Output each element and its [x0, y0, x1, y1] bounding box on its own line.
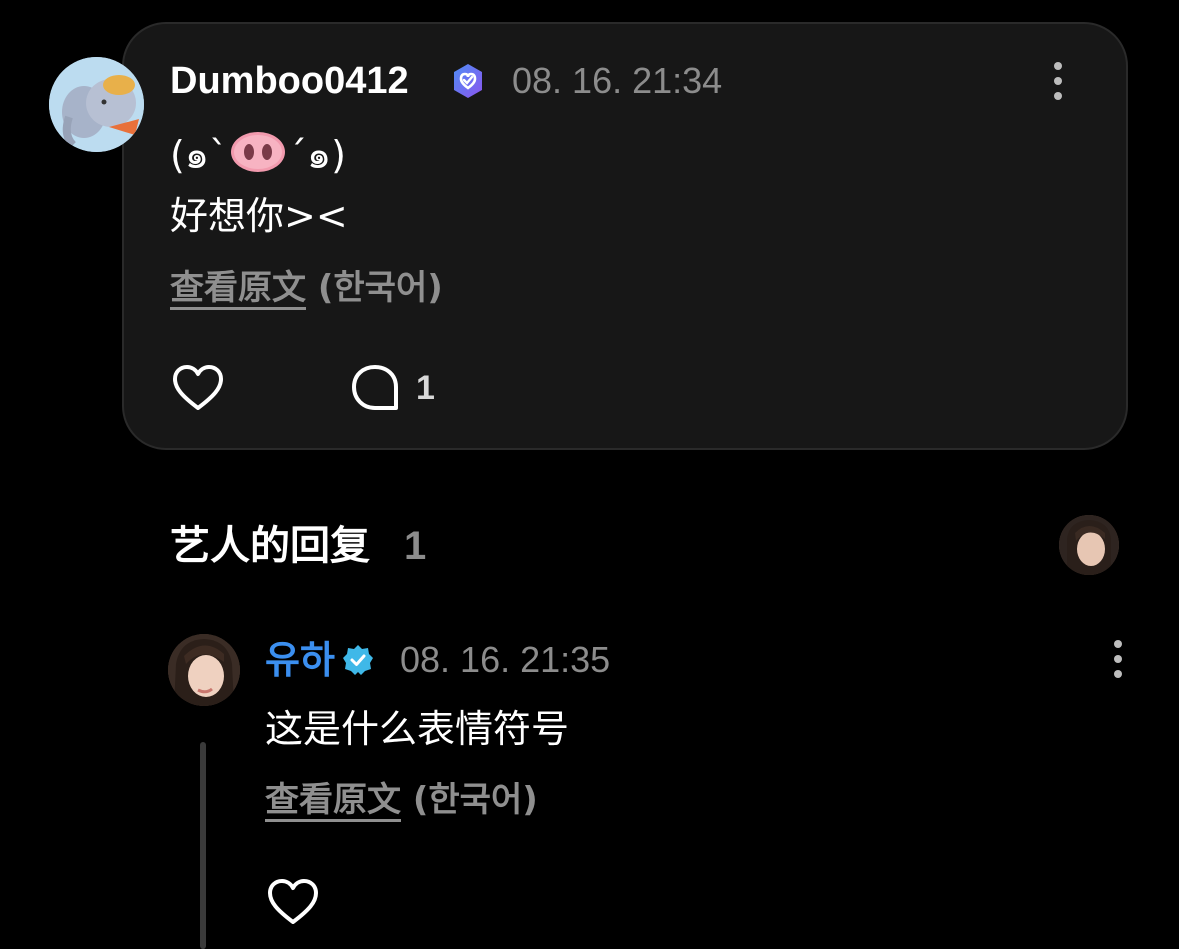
emoticon-left: (๑ˋ — [170, 133, 228, 177]
reply-timestamp: 08. 16. 21:35 — [400, 639, 611, 680]
heart-outline-icon[interactable] — [172, 364, 224, 412]
post-text: 好想你>< — [170, 194, 348, 238]
artist-photo — [168, 634, 240, 706]
view-original-row: 查看原文 (한국어) — [170, 266, 443, 310]
post-username[interactable]: Dumboo0412 — [170, 58, 409, 104]
comment-count: 1 — [416, 369, 435, 407]
artist-replies-count: 1 — [404, 524, 427, 568]
more-vertical-icon[interactable] — [1112, 639, 1124, 679]
more-vertical-icon[interactable] — [1052, 61, 1064, 101]
artist-photo — [1059, 515, 1119, 575]
original-language-label: (한국어) — [317, 268, 443, 308]
post-timestamp: 08. 16. 21:34 — [512, 60, 723, 101]
emoticon-right: ˊ๑) — [287, 133, 346, 177]
reply-thread-line — [200, 742, 206, 949]
artist-replies-title: 艺人的回复 — [170, 523, 370, 569]
verified-heart-badge-icon — [454, 64, 482, 98]
reply-text: 这是什么表情符号 — [265, 707, 570, 751]
dumbo-avatar-image — [49, 57, 144, 152]
post-emoticon-line: (๑ˋ ˊ๑) — [170, 130, 346, 185]
view-original-link[interactable]: 查看原文 — [170, 268, 306, 308]
verified-check-badge-icon — [343, 645, 373, 675]
heart-outline-icon[interactable] — [267, 878, 319, 926]
comment-bubble-icon[interactable] — [350, 364, 400, 412]
view-original-link[interactable]: 查看原文 — [265, 780, 401, 820]
user-avatar[interactable] — [49, 57, 144, 152]
original-language-label: (한국어) — [412, 780, 538, 820]
artist-avatar-small[interactable] — [1059, 515, 1119, 575]
artist-avatar[interactable] — [168, 634, 240, 706]
pig-nose-emoji — [230, 130, 286, 185]
reply-view-original-row: 查看原文 (한국어) — [265, 778, 538, 822]
artist-name[interactable]: 유하 — [265, 637, 335, 683]
